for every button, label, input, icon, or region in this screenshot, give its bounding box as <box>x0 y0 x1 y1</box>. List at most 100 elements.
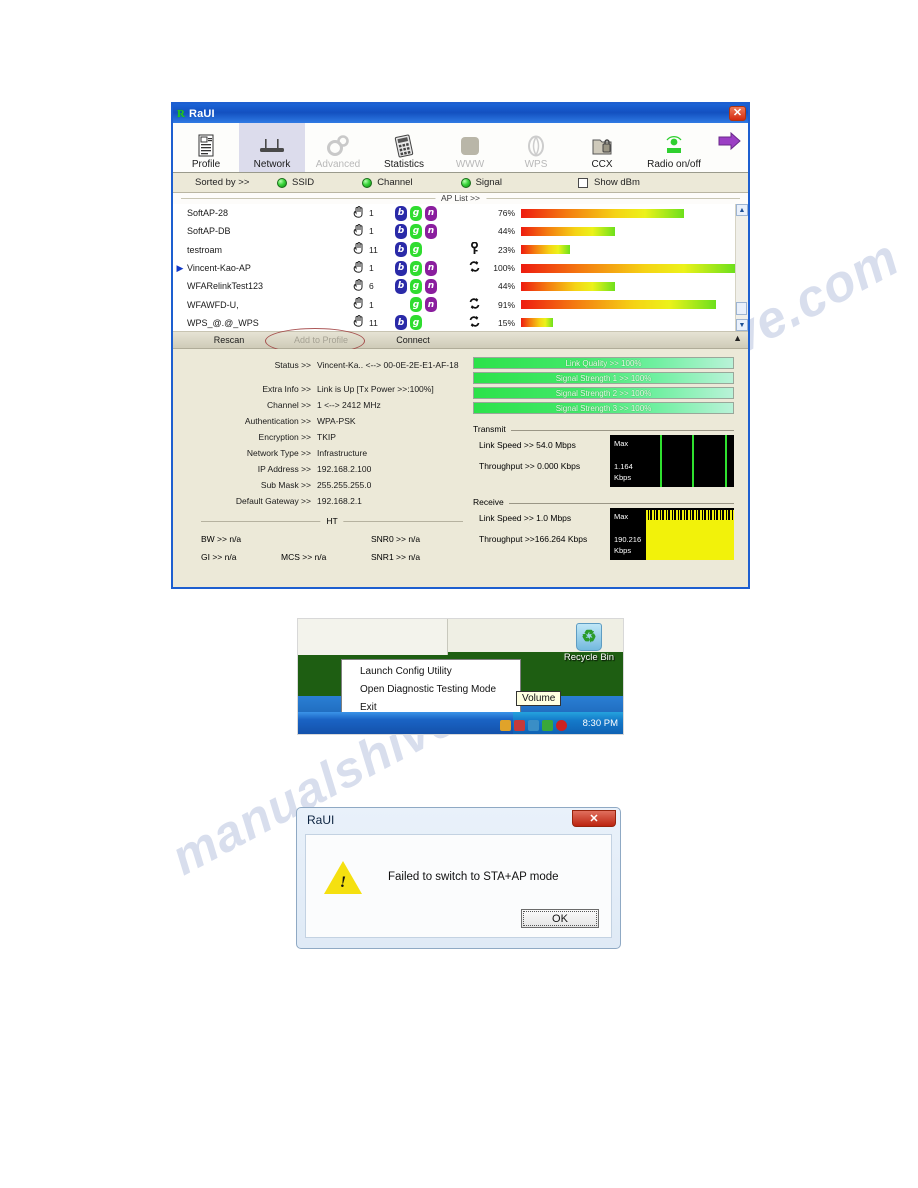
tab-ccx-label: CCX <box>591 159 613 170</box>
tab-www[interactable]: WWW <box>437 123 503 172</box>
tab-advanced-label: Advanced <box>315 159 361 170</box>
ap-security-icon <box>461 315 487 331</box>
standard-n-absent <box>425 315 437 330</box>
error-dialog: RaUI ✕ Failed to switch to STA+AP mode O… <box>296 807 621 949</box>
status-key: Sub Mask >> <box>260 480 311 490</box>
tab-profile-label: Profile <box>191 159 221 170</box>
transmit-title: Transmit <box>473 424 511 434</box>
ap-channel: 1 <box>369 263 374 274</box>
rescan-button[interactable]: Rescan <box>187 335 271 345</box>
ap-ssid: SoftAP-DB <box>187 226 231 237</box>
desktop-screenshot: Recycle Bin Launch Config Utility Open D… <box>297 618 624 735</box>
standard-g-icon: g <box>410 205 422 221</box>
table-row[interactable]: ▶ Vincent-Kao-AP 1 b g n 100% <box>173 259 735 277</box>
scroll-up-icon[interactable]: ▲ <box>736 204 748 216</box>
ap-ssid: Vincent-Kao-AP <box>187 263 251 274</box>
sort-option-ssid[interactable]: SSID <box>277 177 314 188</box>
standard-b-icon: b <box>395 205 407 221</box>
ap-standards: bgn <box>395 260 461 276</box>
ap-channel: 11 <box>369 244 378 255</box>
ap-ssid: WFAWFD-U, <box>187 299 239 310</box>
table-row[interactable]: WFARelinkTest123 6 b g n 44% <box>173 277 735 295</box>
ap-list[interactable]: SoftAP-28 1 b g n 76% SoftAP-DB 1 b g n 44% testroam… <box>173 204 735 331</box>
ap-standards: bgn <box>395 223 461 239</box>
ap-ssid: WFARelinkTest123 <box>187 281 264 292</box>
menu-item-launch-config-utility[interactable]: Launch Config Utility <box>342 663 520 681</box>
table-row[interactable]: SoftAP-28 1 b g n 76% <box>173 204 735 222</box>
status-key: Authentication >> <box>244 416 311 426</box>
show-dbm-checkbox[interactable]: Show dBm <box>578 177 640 188</box>
ap-signal-bar <box>521 281 735 291</box>
dialog-message: Failed to switch to STA+AP mode <box>388 871 559 883</box>
tray-icon-network[interactable] <box>528 720 539 731</box>
receive-plot <box>646 508 734 560</box>
desktop-window-fragment <box>298 619 448 655</box>
scrollbar-thumb[interactable] <box>736 302 747 315</box>
connection-details: Status >> Vincent-Ka.. <--> 00-0E-2E-E1-A… <box>173 357 473 587</box>
sort-bar: Sorted by >> SSID Channel Signal Show dB… <box>173 173 748 193</box>
sort-option-signal[interactable]: Signal <box>460 177 502 188</box>
status-value: 1 <--> 2412 MHz <box>317 400 381 410</box>
close-icon[interactable]: ✕ <box>729 106 746 121</box>
standard-g-icon: g <box>410 260 422 276</box>
ap-channel: 1 <box>369 299 374 310</box>
table-row[interactable]: WFAWFD-U, 1 g n 91% <box>173 295 735 313</box>
tray-icon-generic[interactable] <box>500 720 511 731</box>
table-row[interactable]: testroam 11 b g 23% <box>173 241 735 259</box>
menu-item-open-diagnostic-testing-mode[interactable]: Open Diagnostic Testing Mode <box>342 681 520 699</box>
status-panel: Status >> Vincent-Ka.. <--> 00-0E-2E-E1-A… <box>173 349 748 587</box>
recycle-bin-shortcut[interactable]: Recycle Bin <box>561 623 617 663</box>
ap-signal-bar <box>521 263 735 273</box>
status-value: Link is Up [Tx Power >>:100%] <box>317 384 434 394</box>
sort-option-channel[interactable]: Channel <box>362 177 413 188</box>
ap-list-scrollbar[interactable]: ▲ ▼ <box>735 204 748 331</box>
security-shield-icon[interactable] <box>556 720 567 731</box>
ht-bw: GI >> n/a <box>201 552 237 562</box>
tab-network[interactable]: Network <box>239 123 305 172</box>
radio-onoff-icon <box>663 133 685 159</box>
standard-n-icon: n <box>425 278 437 294</box>
arrow-right-icon <box>717 128 743 154</box>
receive-graph-value: 190.216 <box>614 535 642 544</box>
volume-icon[interactable] <box>514 720 525 731</box>
plot-noise <box>646 510 734 521</box>
tab-ccx[interactable]: CCX <box>569 123 635 172</box>
tray-icon-group[interactable] <box>500 720 567 731</box>
transmit-graph-unit: Kbps <box>614 473 632 482</box>
status-row: IP Address >> 192.168.2.100 <box>177 461 473 477</box>
expand-arrow-button[interactable] <box>713 123 747 172</box>
statistics-icon <box>393 133 415 159</box>
ap-list-panel: SoftAP-28 1 b g n 76% SoftAP-DB 1 b g n 44% testroam… <box>173 204 748 332</box>
network-type-hand-icon <box>347 315 369 330</box>
ap-signal-percent: 76% <box>497 208 515 219</box>
status-value: 255.255.255.0 <box>317 480 372 490</box>
receive-header: Receive <box>473 497 734 508</box>
plot-line <box>660 435 663 487</box>
collapse-panel-icon[interactable]: ▲ <box>733 333 742 343</box>
sort-option-ssid-label: SSID <box>292 177 315 188</box>
tab-wps[interactable]: WPS <box>503 123 569 172</box>
connect-button[interactable]: Connect <box>371 335 455 345</box>
standard-g-icon: g <box>410 242 422 258</box>
tab-profile[interactable]: Profile <box>173 123 239 172</box>
status-key: Channel >> <box>267 400 311 410</box>
tray-icon-raui[interactable] <box>542 720 553 731</box>
dialog-title: RaUI <box>307 813 335 827</box>
dialog-close-icon[interactable]: ✕ <box>572 809 616 827</box>
ht-divider: HT <box>201 516 463 526</box>
standard-n-icon: n <box>425 260 437 276</box>
network-type-hand-icon <box>347 205 369 221</box>
main-toolbar: Profile Network Advanced Statistics WWW <box>173 123 748 173</box>
ht-row: BW >> n/a SNR0 >> n/a <box>177 530 473 548</box>
receive-section: Receive Link Speed >> 1.0 Mbps Throughpu… <box>473 497 734 560</box>
sorted-by-label: Sorted by >> <box>195 177 250 188</box>
table-row[interactable]: WPS_@.@_WPS 11 b g 15% <box>173 314 735 332</box>
tab-statistics[interactable]: Statistics <box>371 123 437 172</box>
dialog-ok-button[interactable]: OK <box>521 909 599 928</box>
tab-radio-onoff[interactable]: Radio on/off <box>635 123 713 172</box>
transmit-graph-max-label: Max <box>614 439 629 448</box>
tab-advanced[interactable]: Advanced <box>305 123 371 172</box>
table-row[interactable]: SoftAP-DB 1 b g n 44% <box>173 222 735 240</box>
scroll-down-icon[interactable]: ▼ <box>736 319 748 331</box>
standard-b-icon: b <box>395 242 407 258</box>
